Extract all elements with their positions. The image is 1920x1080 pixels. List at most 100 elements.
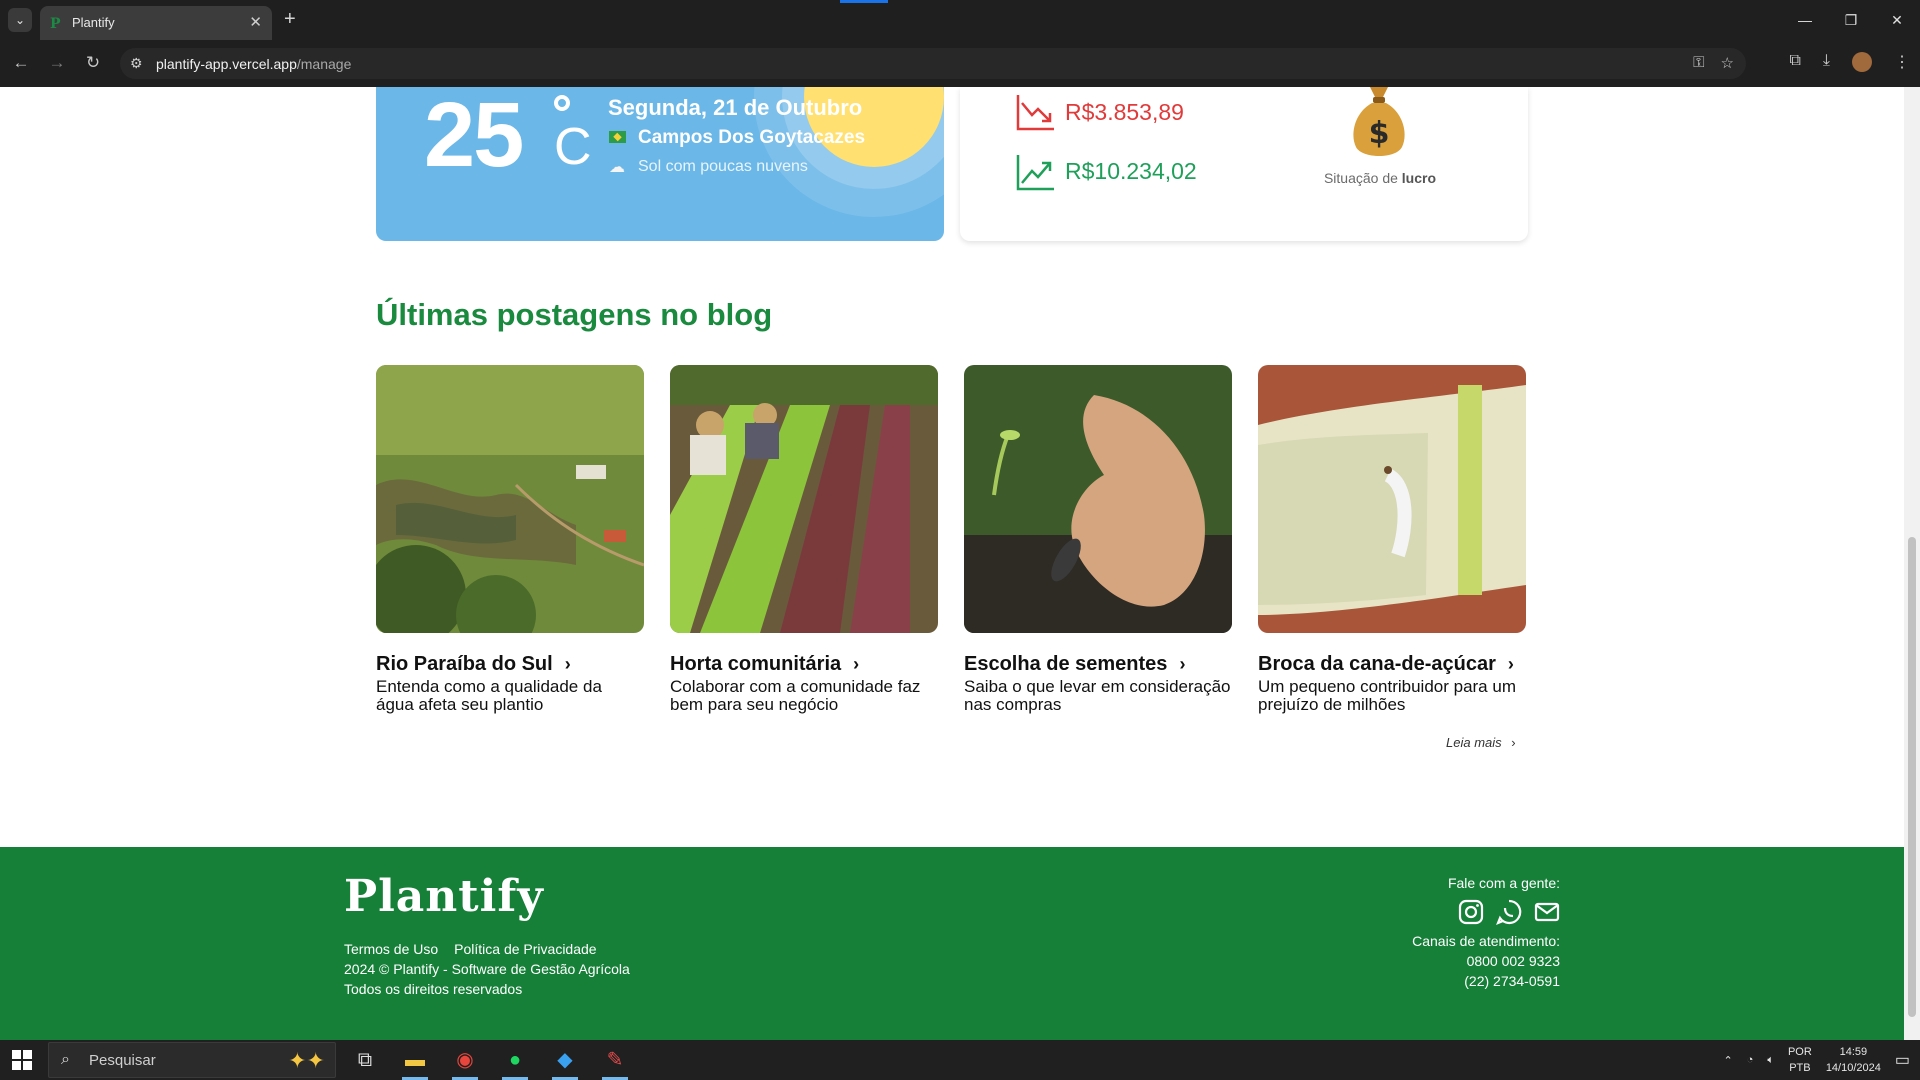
contact-title: Fale com a gente: <box>1447 875 1560 891</box>
income-value: R$10.234,02 <box>1065 158 1197 184</box>
vscode-icon[interactable]: ◆ <box>540 1040 590 1080</box>
footer: Plantify Termos de Uso Política de Priva… <box>0 847 1904 1040</box>
extensions-icon[interactable]: ⧉ <box>1789 52 1800 72</box>
mail-icon[interactable] <box>1534 899 1560 925</box>
partly-cloudy-icon: ☁ <box>609 159 625 176</box>
finance-status: Situação de lucro <box>1270 170 1490 186</box>
windows-start-icon[interactable] <box>12 1050 32 1070</box>
page-scrollbar[interactable] <box>1904 87 1920 1040</box>
tab-accent-line <box>840 0 888 3</box>
post-title[interactable]: Broca da cana-de-açúcar › <box>1258 653 1526 676</box>
footer-brand[interactable]: Plantify <box>344 871 544 922</box>
tab-search-button[interactable]: ⌄ <box>8 8 32 32</box>
browser-toolbar: ← → ↻ ⚙ plantify-app.vercel.app/manage ⚿… <box>0 44 1920 82</box>
post-description: Um pequeno contribuidor para um prejuízo… <box>1258 677 1516 714</box>
task-view-icon[interactable]: ⧉ <box>340 1040 390 1080</box>
taskbar-search-placeholder: Pesquisar <box>89 1052 156 1069</box>
chevron-right-icon: › <box>1511 735 1516 750</box>
profile-avatar[interactable] <box>1852 52 1872 72</box>
volume-icon[interactable]: 🔈︎ <box>1767 1054 1774 1067</box>
phone-1: 0800 002 9323 <box>1466 953 1560 969</box>
site-settings-icon[interactable]: ⚙ <box>130 55 143 72</box>
bookmark-star-icon[interactable]: ☆ <box>1721 54 1734 72</box>
whatsapp-icon[interactable] <box>1496 899 1522 925</box>
temperature-unit: C <box>554 118 592 176</box>
status-prefix: Situação de <box>1323 170 1402 186</box>
download-icon[interactable]: ⤓ <box>1823 52 1830 72</box>
footer-links: Termos de Uso Política de Privacidade <box>344 941 597 957</box>
post-image-river[interactable] <box>376 365 644 633</box>
tab-title: Plantify <box>72 15 115 30</box>
weather-description: Sol com poucas nuvens <box>638 158 808 175</box>
temperature: 25 <box>424 87 524 186</box>
spotify-icon[interactable]: ● <box>490 1040 540 1080</box>
post-title-text: Broca da cana-de-açúcar <box>1258 653 1496 675</box>
privacy-link[interactable]: Política de Privacidade <box>454 941 596 957</box>
minimize-button[interactable]: — <box>1782 0 1828 40</box>
keyboard-layout: PTB <box>1789 1062 1811 1074</box>
chevron-up-icon[interactable]: ⌃ <box>1723 1054 1732 1067</box>
page-content: 25 C Segunda, 21 de Outubro Campos Dos G… <box>0 87 1904 1040</box>
weather-date: Segunda, 21 de Outubro <box>608 95 863 120</box>
clock-time: 14:59 <box>1839 1046 1868 1058</box>
social-links <box>1412 899 1560 925</box>
degree-icon <box>554 95 570 111</box>
post-image-sugarcane[interactable] <box>1258 365 1526 633</box>
brazil-flag-icon <box>609 131 626 143</box>
url-text[interactable]: plantify-app.vercel.app/manage <box>156 56 351 72</box>
window-controls: — ❐ ✕ <box>1782 0 1920 40</box>
blog-post-card[interactable]: Escolha de sementes › Saiba o que levar e… <box>964 365 1232 714</box>
url-host: plantify-app.vercel.app <box>156 56 297 72</box>
money-bag-icon: $ <box>1353 87 1405 156</box>
tab-strip: ⌄ P Plantify ✕ + — ❐ ✕ <box>0 0 1920 40</box>
language-code: POR <box>1787 1046 1812 1058</box>
scrollbar-thumb[interactable] <box>1908 537 1916 1017</box>
back-icon[interactable]: ← <box>8 50 34 76</box>
restore-button[interactable]: ❐ <box>1828 0 1874 40</box>
post-title[interactable]: Horta comunitária › <box>670 653 938 676</box>
taskbar-search[interactable]: ⌕ Pesquisar ✦✦ <box>48 1042 336 1078</box>
menu-icon[interactable]: ⋮ <box>1894 52 1910 72</box>
notification-icon[interactable]: ▭ <box>1895 1050 1910 1070</box>
blog-post-card[interactable]: Horta comunitária › Colaborar com a comun… <box>670 365 938 714</box>
instagram-icon[interactable] <box>1458 899 1484 925</box>
file-explorer-icon[interactable]: ▬ <box>390 1040 440 1080</box>
new-tab-button[interactable]: + <box>284 8 296 31</box>
weather-card: 25 C Segunda, 21 de Outubro Campos Dos G… <box>376 87 944 241</box>
chrome-icon[interactable]: ◉ <box>440 1040 490 1080</box>
taskbar-apps: ⧉ ▬ ◉ ● ◆ ✎ <box>340 1040 640 1080</box>
blog-post-card[interactable]: Broca da cana-de-açúcar › Um pequeno cont… <box>1258 365 1526 714</box>
post-title[interactable]: Rio Paraíba do Sul › <box>376 653 644 676</box>
status-value: lucro <box>1401 170 1437 186</box>
phone-2: (22) 2734-0591 <box>1464 973 1560 989</box>
post-title-text: Rio Paraíba do Sul <box>376 653 553 675</box>
terms-link[interactable]: Termos de Uso <box>344 941 438 957</box>
app-icon[interactable]: ✎ <box>590 1040 640 1080</box>
language-indicator[interactable]: POR PTB <box>1788 1044 1812 1076</box>
footer-rights: Todos os direitos reservados <box>344 981 523 997</box>
post-description: Entenda como a qualidade da água afeta s… <box>376 677 602 714</box>
close-window-button[interactable]: ✕ <box>1874 0 1920 40</box>
blog-section-title: Últimas postagens no blog <box>376 297 773 332</box>
reload-icon[interactable]: ↻ <box>80 50 106 76</box>
close-tab-icon[interactable]: ✕ <box>249 13 262 31</box>
address-bar[interactable]: ⚙ plantify-app.vercel.app/manage ⚿ ☆ <box>120 48 1746 79</box>
blog-post-card[interactable]: Rio Paraíba do Sul › Entenda como a quali… <box>376 365 644 714</box>
post-title[interactable]: Escolha de sementes › <box>964 653 1232 676</box>
expense-value: R$3.853,89 <box>1065 99 1184 125</box>
post-description: Colaborar com a comunidade faz bem para … <box>670 677 921 714</box>
post-image-seeds[interactable] <box>964 365 1232 633</box>
key-icon[interactable]: ⚿ <box>1693 54 1704 72</box>
clock[interactable]: 14:59 14/10/2024 <box>1826 1044 1881 1076</box>
post-description: Saiba o que levar em consideração nas co… <box>964 677 1231 714</box>
copilot-sparkle-icon[interactable]: ✦✦ <box>288 1048 325 1074</box>
browser-tab[interactable]: P Plantify ✕ <box>40 6 272 40</box>
network-icon[interactable]: ◔ <box>1747 1054 1754 1066</box>
weather-city: Campos Dos Goytacazes <box>638 127 866 148</box>
read-more-link[interactable]: Leia mais › <box>1446 735 1516 750</box>
finance-card: R$3.853,89 R$10.234,02 $ Situação de luc… <box>960 87 1528 241</box>
post-title-text: Horta comunitária <box>670 653 842 675</box>
forward-icon[interactable]: → <box>44 50 70 76</box>
system-tray: ⌃ ◔ 🔈︎ POR PTB 14:59 14/10/2024 ▭ <box>1723 1040 1910 1080</box>
post-image-garden[interactable] <box>670 365 938 633</box>
